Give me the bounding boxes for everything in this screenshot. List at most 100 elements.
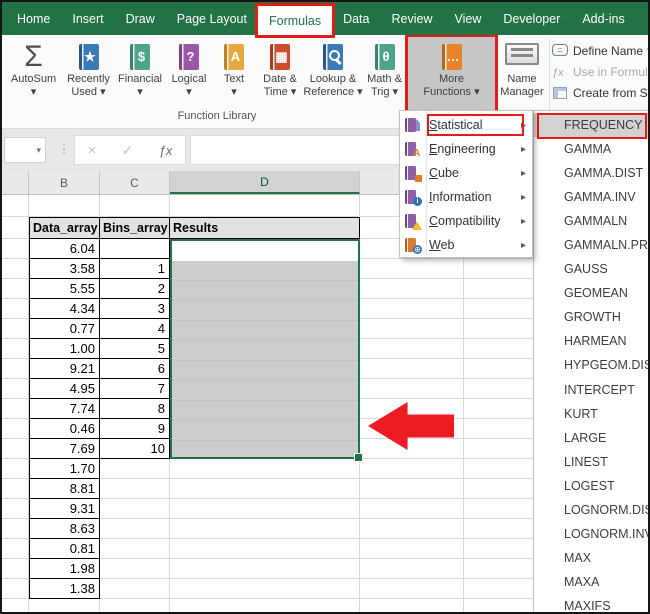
defined-names-item[interactable]: Define Name ▾ bbox=[552, 43, 650, 58]
data-array-cell[interactable]: 4.34 bbox=[29, 299, 100, 319]
results-cell[interactable] bbox=[170, 479, 360, 499]
ribbon-tab[interactable]: Draw bbox=[115, 2, 166, 35]
results-cell[interactable] bbox=[170, 519, 360, 539]
submenu-item[interactable]: GEOMEAN bbox=[534, 281, 650, 305]
submenu-item[interactable]: FREQUENCY bbox=[534, 113, 650, 137]
enter-icon[interactable]: ✓ bbox=[122, 142, 134, 159]
header-results[interactable]: Results bbox=[170, 217, 360, 239]
results-cell[interactable] bbox=[170, 559, 360, 579]
submenu-item[interactable]: LOGNORM.DIST bbox=[534, 498, 650, 522]
submenu-item[interactable]: MAXIFS bbox=[534, 594, 650, 614]
data-array-cell[interactable]: 9.21 bbox=[29, 359, 100, 379]
bins-array-cell[interactable]: 7 bbox=[100, 379, 170, 399]
ribbon-tab[interactable]: Formulas bbox=[258, 6, 332, 35]
column-header-c[interactable]: C bbox=[100, 171, 170, 194]
submenu-item[interactable]: GAUSS bbox=[534, 257, 650, 281]
bins-array-cell[interactable]: 2 bbox=[100, 279, 170, 299]
ribbon-tab[interactable]: Data bbox=[332, 2, 380, 35]
results-cell[interactable] bbox=[170, 499, 360, 519]
ribbon-tab[interactable]: Add-ins bbox=[571, 2, 635, 35]
column-header-d[interactable]: D bbox=[170, 171, 360, 194]
menu-item[interactable]: Statistical ▸ bbox=[400, 113, 532, 137]
cancel-icon[interactable]: × bbox=[88, 142, 97, 159]
ribbon-button[interactable]: Lookup & Reference ▾ bbox=[305, 37, 361, 111]
submenu-item[interactable]: LOGNORM.INV bbox=[534, 522, 650, 546]
bins-array-cell[interactable]: 3 bbox=[100, 299, 170, 319]
range-selection[interactable] bbox=[170, 239, 360, 459]
bins-array-cell[interactable] bbox=[100, 519, 170, 539]
menu-item[interactable]: ⊕ Web ▸ bbox=[400, 233, 532, 257]
data-array-cell[interactable]: 4.95 bbox=[29, 379, 100, 399]
bins-array-cell[interactable]: 9 bbox=[100, 419, 170, 439]
data-array-cell[interactable]: 8.81 bbox=[29, 479, 100, 499]
ribbon-button[interactable]: $ Financial ▾ bbox=[115, 37, 165, 111]
bins-array-cell[interactable]: 6 bbox=[100, 359, 170, 379]
ribbon-tab[interactable]: View bbox=[443, 2, 492, 35]
ribbon-button[interactable]: ▦ Date & Time ▾ bbox=[255, 37, 305, 111]
name-manager-button[interactable]: Name Manager bbox=[496, 37, 548, 111]
submenu-item[interactable]: GAMMA bbox=[534, 137, 650, 161]
data-array-cell[interactable]: 1.98 bbox=[29, 559, 100, 579]
header-data-array[interactable]: Data_array bbox=[29, 217, 100, 239]
ribbon-tab[interactable]: Home bbox=[6, 2, 61, 35]
bins-array-cell[interactable]: 8 bbox=[100, 399, 170, 419]
results-cell[interactable] bbox=[170, 579, 360, 599]
results-cell[interactable] bbox=[170, 539, 360, 559]
data-array-cell[interactable]: 5.55 bbox=[29, 279, 100, 299]
data-array-cell[interactable]: 7.74 bbox=[29, 399, 100, 419]
bins-array-cell[interactable] bbox=[100, 479, 170, 499]
bins-array-cell[interactable] bbox=[100, 539, 170, 559]
submenu-item[interactable]: INTERCEPT bbox=[534, 378, 650, 402]
column-header[interactable] bbox=[2, 171, 29, 194]
submenu-item[interactable]: GAMMA.DIST bbox=[534, 161, 650, 185]
insert-function-icon[interactable]: ƒx bbox=[159, 143, 173, 158]
data-array-cell[interactable]: 1.38 bbox=[29, 579, 100, 599]
menu-item[interactable]: i Information ▸ bbox=[400, 185, 532, 209]
submenu-item[interactable]: LARGE bbox=[534, 426, 650, 450]
ribbon-button[interactable]: θ Math & Trig ▾ bbox=[361, 37, 408, 111]
data-array-cell[interactable]: 1.00 bbox=[29, 339, 100, 359]
active-cell[interactable] bbox=[172, 241, 358, 262]
submenu-item[interactable]: MAXA bbox=[534, 570, 650, 594]
data-array-cell[interactable]: 6.04 bbox=[29, 239, 100, 259]
submenu-item[interactable]: LOGEST bbox=[534, 474, 650, 498]
data-array-cell[interactable]: 0.77 bbox=[29, 319, 100, 339]
name-box[interactable]: ▾ bbox=[4, 137, 46, 163]
header-bins-array[interactable]: Bins_array bbox=[100, 217, 170, 239]
data-array-cell[interactable]: 0.46 bbox=[29, 419, 100, 439]
data-array-cell[interactable]: 1.70 bbox=[29, 459, 100, 479]
defined-names-item[interactable]: Create from Selection bbox=[552, 85, 650, 100]
bins-array-cell[interactable]: 5 bbox=[100, 339, 170, 359]
column-header-b[interactable]: B bbox=[29, 171, 100, 194]
data-array-cell[interactable]: 8.63 bbox=[29, 519, 100, 539]
results-cell[interactable] bbox=[170, 459, 360, 479]
submenu-item[interactable]: GAMMA.INV bbox=[534, 185, 650, 209]
ribbon-button[interactable]: ? Logical ▾ bbox=[165, 37, 213, 111]
bins-array-cell[interactable] bbox=[100, 579, 170, 599]
bins-array-cell[interactable] bbox=[100, 239, 170, 259]
submenu-item[interactable]: MAX bbox=[534, 546, 650, 570]
submenu-item[interactable]: HARMEAN bbox=[534, 329, 650, 353]
chevron-down-icon[interactable]: ▾ bbox=[36, 145, 41, 156]
bins-array-cell[interactable] bbox=[100, 499, 170, 519]
submenu-item[interactable]: HYPGEOM.DIST bbox=[534, 353, 650, 377]
defined-names-item[interactable]: Use in Formula ▾ bbox=[552, 64, 650, 79]
menu-item[interactable]: Compatibility ▸ bbox=[400, 209, 532, 233]
submenu-item[interactable]: GAMMALN.PRECISE bbox=[534, 233, 650, 257]
submenu-item[interactable]: KURT bbox=[534, 402, 650, 426]
ribbon-tab[interactable]: Developer bbox=[492, 2, 571, 35]
bins-array-cell[interactable]: 1 bbox=[100, 259, 170, 279]
bins-array-cell[interactable]: 10 bbox=[100, 439, 170, 459]
bins-array-cell[interactable]: 4 bbox=[100, 319, 170, 339]
data-array-cell[interactable]: 0.81 bbox=[29, 539, 100, 559]
bins-array-cell[interactable] bbox=[100, 559, 170, 579]
data-array-cell[interactable]: 7.69 bbox=[29, 439, 100, 459]
ribbon-button[interactable]: … More Functions ▾ bbox=[408, 37, 495, 111]
submenu-item[interactable]: GROWTH bbox=[534, 305, 650, 329]
ribbon-tab[interactable]: Page Layout bbox=[166, 2, 258, 35]
ribbon-button[interactable]: A Text ▾ bbox=[213, 37, 255, 111]
bins-array-cell[interactable] bbox=[100, 459, 170, 479]
submenu-item[interactable]: GAMMALN bbox=[534, 209, 650, 233]
data-array-cell[interactable]: 3.58 bbox=[29, 259, 100, 279]
ribbon-tab[interactable]: Insert bbox=[61, 2, 114, 35]
